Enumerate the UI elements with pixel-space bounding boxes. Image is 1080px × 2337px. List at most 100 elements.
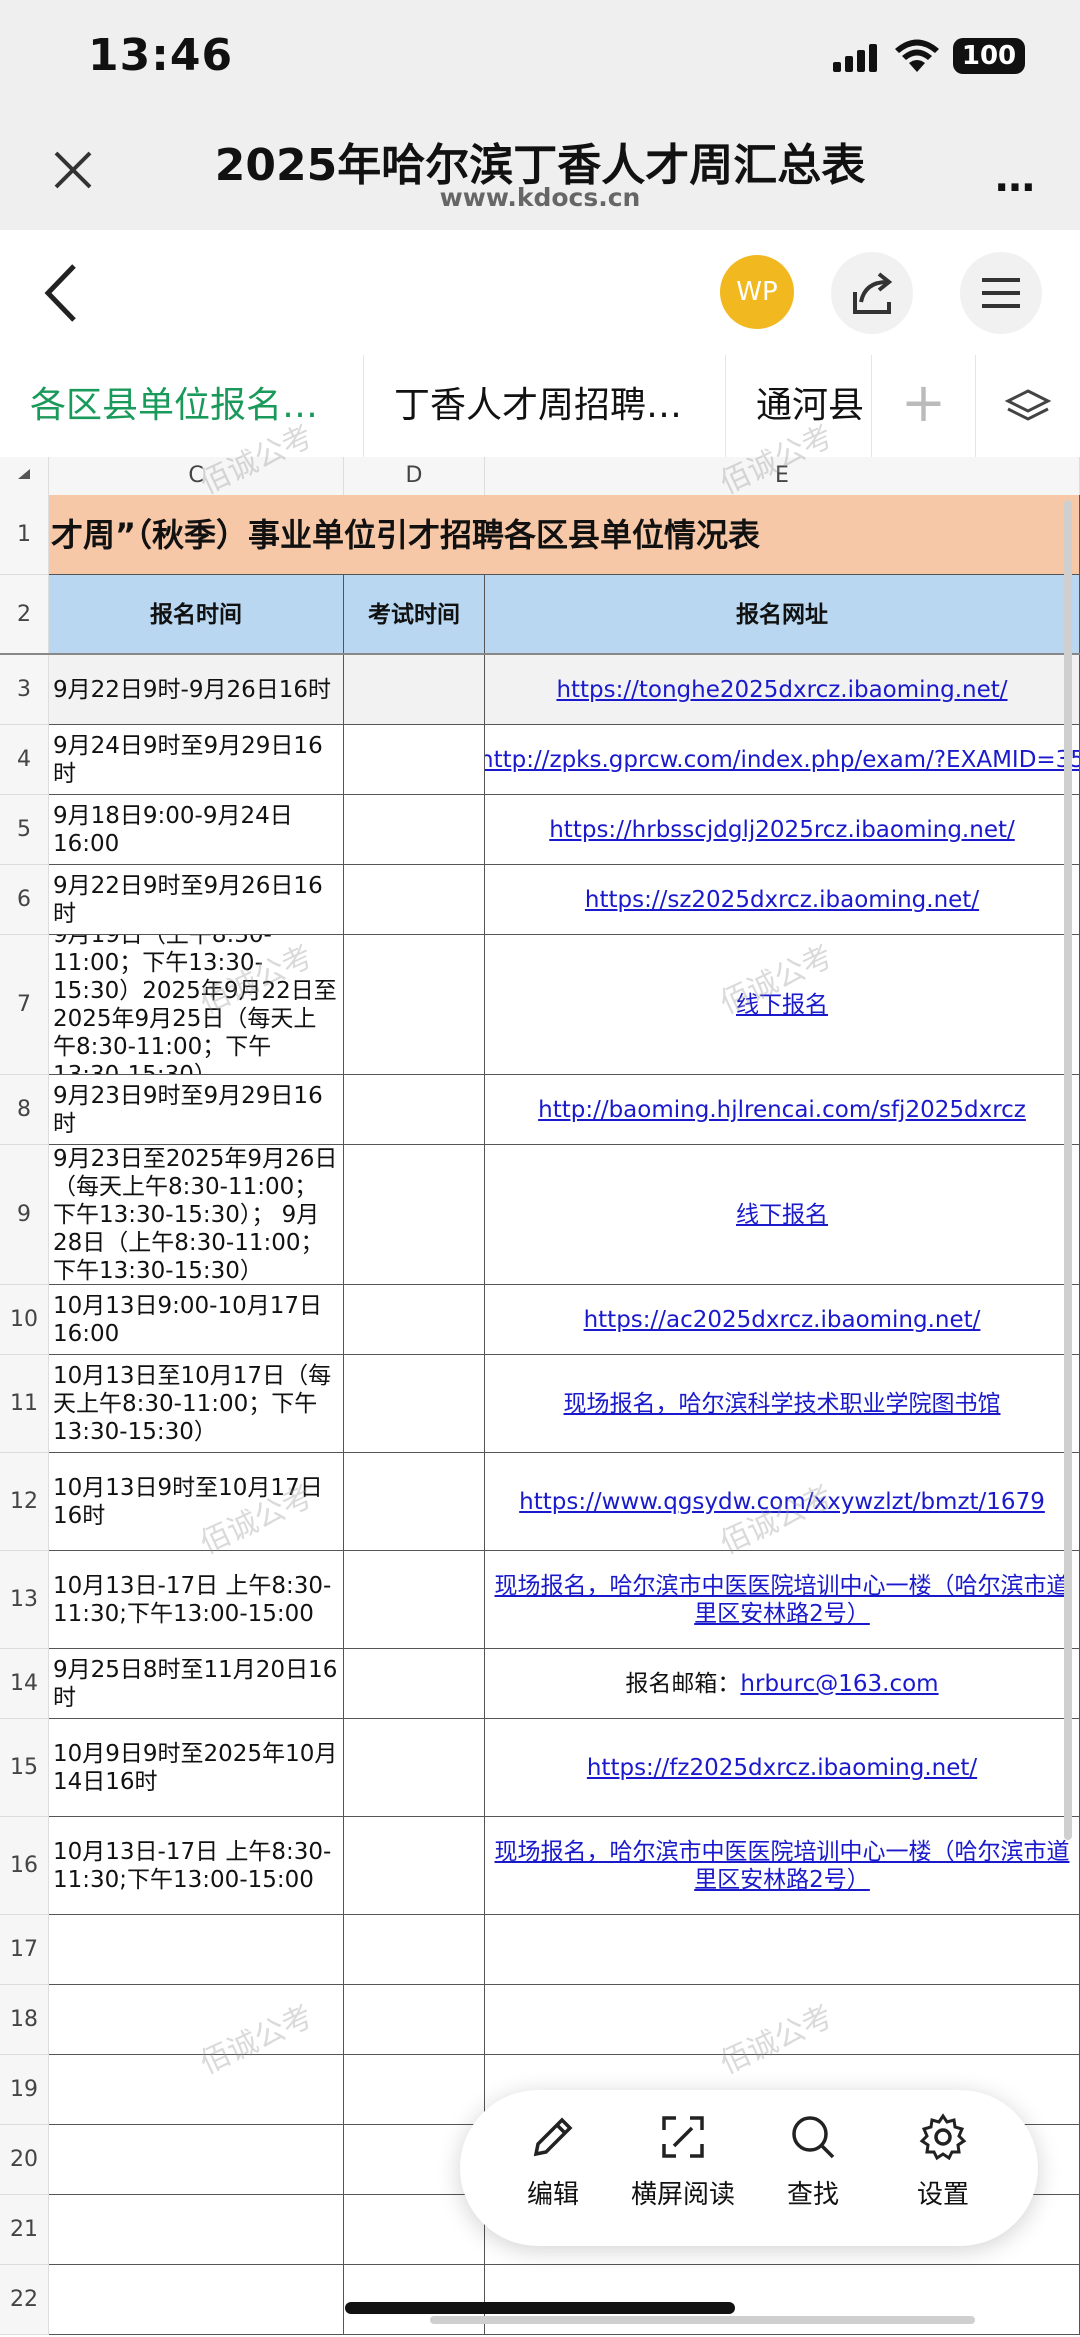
url-link[interactable]: https://fz2025dxrcz.ibaoming.net/ [587,1754,977,1782]
registration-url-cell[interactable]: https://ac2025dxrcz.ibaoming.net/ [485,1285,1080,1355]
share-button[interactable] [831,252,913,334]
registration-time-cell[interactable] [49,2125,344,2195]
sheet-title-cell[interactable]: 才周”（秋季）事业单位引才招聘各区县单位情况表 [49,495,1080,575]
exam-time-cell[interactable] [344,935,485,1075]
url-link[interactable]: https://tonghe2025dxrcz.ibaoming.net/ [556,676,1007,704]
text-link[interactable]: 现场报名，哈尔滨科学技术职业学院图书馆 [564,1390,1001,1418]
exam-time-cell[interactable] [344,1719,485,1817]
landscape-button[interactable]: 横屏阅读 [628,2112,738,2232]
horizontal-scrollbar[interactable] [430,2316,975,2324]
registration-time-cell[interactable]: 10月13日-17日 上午8:30-11:30;下午13:00-15:00 [49,1551,344,1649]
exam-time-cell[interactable] [344,2195,485,2265]
registration-url-cell[interactable]: https://tonghe2025dxrcz.ibaoming.net/ [485,655,1080,725]
row-number[interactable]: 13 [0,1551,49,1649]
layers-icon[interactable] [976,355,1080,457]
registration-url-cell[interactable]: 现场报名，哈尔滨市中医医院培训中心一楼（哈尔滨市道里区安林路2号） [485,1817,1080,1915]
registration-time-cell[interactable]: 9月24日9时至9月29日16时 [49,725,344,795]
registration-time-cell[interactable]: 9月22日9时-9月26日16时 [49,655,344,725]
row-number[interactable]: 7 [0,935,49,1075]
user-avatar[interactable]: WP [720,255,794,329]
registration-time-cell[interactable]: 10月9日9时至2025年10月14日16时 [49,1719,344,1817]
menu-button[interactable] [960,252,1042,334]
registration-url-cell[interactable]: https://hrbsscjdglj2025rcz.ibaoming.net/ [485,795,1080,865]
registration-url-cell[interactable]: http://zpks.gprcw.com/index.php/exam/?EX… [485,725,1080,795]
search-button[interactable]: 查找 [758,2112,868,2232]
header-registration-url[interactable]: 报名网址 [485,575,1080,655]
row-number[interactable]: 21 [0,2195,49,2265]
email-link[interactable]: hrburc@163.com [740,1670,938,1698]
row-number[interactable]: 18 [0,1985,49,2055]
registration-time-cell[interactable] [49,2195,344,2265]
registration-url-cell[interactable]: http://baoming.hjlrencai.com/sfj2025dxrc… [485,1075,1080,1145]
url-link[interactable]: http://zpks.gprcw.com/index.php/exam/?EX… [485,746,1079,774]
exam-time-cell[interactable] [344,725,485,795]
back-icon[interactable] [38,258,88,328]
select-all-corner[interactable] [0,457,49,495]
row-number[interactable]: 19 [0,2055,49,2125]
registration-url-cell[interactable]: https://sz2025dxrcz.ibaoming.net/ [485,865,1080,935]
registration-time-cell[interactable]: 10月13日-17日 上午8:30-11:30;下午13:00-15:00 [49,1817,344,1915]
url-link[interactable]: http://baoming.hjlrencai.com/sfj2025dxrc… [538,1096,1026,1124]
row-number[interactable]: 12 [0,1453,49,1551]
row-number[interactable]: 9 [0,1145,49,1285]
row-number[interactable]: 14 [0,1649,49,1719]
row-number[interactable]: 11 [0,1355,49,1453]
row-number[interactable]: 20 [0,2125,49,2195]
text-link[interactable]: 现场报名，哈尔滨市中医医院培训中心一楼（哈尔滨市道里区安林路2号） [489,1838,1075,1894]
registration-url-cell[interactable] [485,2265,1080,2335]
text-link[interactable]: 线下报名 [736,1201,828,1229]
exam-time-cell[interactable] [344,655,485,725]
registration-time-cell[interactable]: 10月13日至10月17日（每天上午8:30-11:00；下午13:30-15:… [49,1355,344,1453]
url-link[interactable]: https://sz2025dxrcz.ibaoming.net/ [585,886,979,914]
add-sheet-icon[interactable]: + [872,355,976,457]
row-number[interactable]: 15 [0,1719,49,1817]
exam-time-cell[interactable] [344,2265,485,2335]
row-number[interactable]: 17 [0,1915,49,1985]
registration-url-cell[interactable]: 线下报名 [485,1145,1080,1285]
registration-url-cell[interactable]: 报名邮箱： hrburc@163.com [485,1649,1080,1719]
sheet-tab-2[interactable]: 丁香人才周招聘… [364,355,726,457]
row-number[interactable]: 1 [0,495,49,575]
registration-time-cell[interactable] [49,1915,344,1985]
row-number[interactable]: 8 [0,1075,49,1145]
registration-time-cell[interactable] [49,2055,344,2125]
row-number[interactable]: 2 [0,575,49,655]
header-exam-time[interactable]: 考试时间 [344,575,485,655]
exam-time-cell[interactable] [344,1985,485,2055]
registration-time-cell[interactable]: 9月25日8时至11月20日16时 [49,1649,344,1719]
row-number[interactable]: 4 [0,725,49,795]
row-number[interactable]: 22 [0,2265,49,2335]
more-options-icon[interactable]: … [980,155,1050,201]
url-link[interactable]: https://ac2025dxrcz.ibaoming.net/ [584,1306,981,1334]
text-link[interactable]: 现场报名，哈尔滨市中医医院培训中心一楼（哈尔滨市道里区安林路2号） [489,1572,1075,1628]
column-header-d[interactable]: D [344,457,485,495]
edit-button[interactable]: 编辑 [498,2112,608,2232]
row-number[interactable]: 6 [0,865,49,935]
exam-time-cell[interactable] [344,1915,485,1985]
row-number[interactable]: 10 [0,1285,49,1355]
close-icon[interactable] [48,145,98,195]
row-number[interactable]: 16 [0,1817,49,1915]
exam-time-cell[interactable] [344,1075,485,1145]
exam-time-cell[interactable] [344,865,485,935]
vertical-scrollbar[interactable] [1064,500,1072,1840]
exam-time-cell[interactable] [344,1285,485,1355]
settings-button[interactable]: 设置 [888,2112,998,2232]
exam-time-cell[interactable] [344,1355,485,1453]
registration-time-cell[interactable]: 9月23日9时至9月29日16时 [49,1075,344,1145]
exam-time-cell[interactable] [344,1817,485,1915]
registration-url-cell[interactable]: 现场报名，哈尔滨科学技术职业学院图书馆 [485,1355,1080,1453]
exam-time-cell[interactable] [344,1551,485,1649]
exam-time-cell[interactable] [344,1649,485,1719]
row-number[interactable]: 3 [0,655,49,725]
exam-time-cell[interactable] [344,795,485,865]
registration-time-cell[interactable]: 9月23日至2025年9月26日（每天上午8:30-11:00；下午13:30-… [49,1145,344,1285]
registration-time-cell[interactable]: 10月13日9:00-10月17日16:00 [49,1285,344,1355]
url-link[interactable]: https://hrbsscjdglj2025rcz.ibaoming.net/ [549,816,1015,844]
header-registration-time[interactable]: 报名时间 [49,575,344,655]
row-number[interactable]: 5 [0,795,49,865]
registration-time-cell[interactable]: 9月18日9:00-9月24日16:00 [49,795,344,865]
registration-url-cell[interactable]: 现场报名，哈尔滨市中医医院培训中心一楼（哈尔滨市道里区安林路2号） [485,1551,1080,1649]
exam-time-cell[interactable] [344,2055,485,2125]
registration-url-cell[interactable] [485,1915,1080,1985]
